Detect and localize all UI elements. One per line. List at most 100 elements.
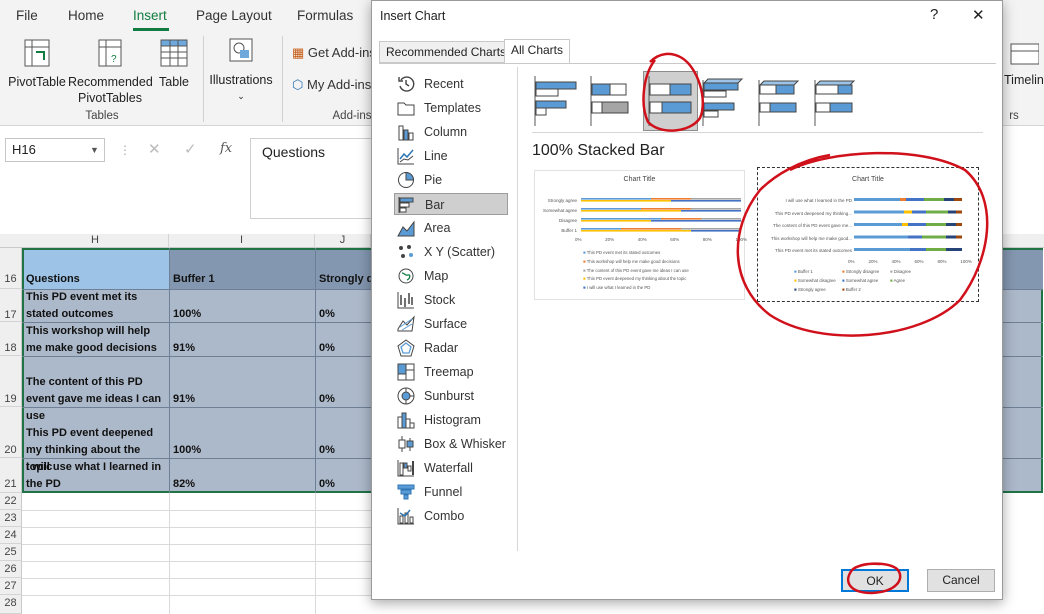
- ok-button[interactable]: OK: [841, 569, 909, 592]
- chart-type-combo[interactable]: Combo: [394, 505, 508, 527]
- chart-type-recent[interactable]: Recent: [394, 73, 508, 95]
- cell-buffer[interactable]: 100%: [171, 442, 203, 459]
- my-addins-button[interactable]: ⬡ My Add-ins: [292, 77, 371, 93]
- histogram-icon: [397, 412, 415, 429]
- column-header-j[interactable]: J: [315, 234, 371, 248]
- clustered-bar-thumbnail[interactable]: [534, 75, 580, 127]
- row-header[interactable]: 20: [0, 407, 22, 458]
- tab-insert[interactable]: Insert: [133, 8, 167, 23]
- chart-type-radar[interactable]: Radar: [394, 337, 508, 359]
- tick-label: 40%: [637, 237, 647, 242]
- category-label: This PD event met its stated outcomes: [774, 248, 852, 253]
- row-header[interactable]: 19: [0, 356, 22, 407]
- cell-strongly[interactable]: 0%: [317, 306, 337, 323]
- tab-page-layout[interactable]: Page Layout: [196, 8, 272, 23]
- preview-legend: ■ This PD event met its stated outcomes …: [583, 249, 689, 293]
- pivottables-label: PivotTables: [78, 91, 142, 105]
- tab-recommended-charts[interactable]: Recommended Charts: [379, 41, 514, 63]
- chart-type-bar[interactable]: Bar: [394, 193, 508, 215]
- chart-type-box-whisker[interactable]: Box & Whisker: [394, 433, 508, 455]
- row-header[interactable]: 25: [0, 544, 22, 561]
- close-button[interactable]: ✕: [972, 6, 985, 24]
- cell-buffer[interactable]: 82%: [171, 476, 197, 493]
- illustrations-button[interactable]: Illustrations ⌄: [208, 36, 274, 104]
- row-header[interactable]: 17: [0, 289, 22, 322]
- globe-icon: [398, 268, 414, 284]
- timeline-button[interactable]: Timeline: [1004, 42, 1044, 88]
- 3d-clustered-bar-thumbnail[interactable]: [702, 75, 748, 127]
- help-button[interactable]: ?: [930, 6, 938, 23]
- chart-type-templates[interactable]: Templates: [394, 97, 508, 119]
- 100-stacked-bar-thumbnail[interactable]: [648, 75, 694, 127]
- chart-preview-2[interactable]: Chart Title I will use what I learned in…: [757, 167, 979, 302]
- chart-type-surface[interactable]: Surface: [394, 313, 508, 335]
- cell-question[interactable]: The content of this PD event gave me ide…: [24, 374, 169, 425]
- legend-label: This workshop will help me make good dec…: [586, 258, 680, 264]
- row-header[interactable]: 22: [0, 493, 22, 510]
- chart-type-pie[interactable]: Pie: [394, 169, 508, 191]
- row-header[interactable]: 16: [0, 248, 22, 289]
- preview-legend: ■ Buffer 1 ■ Strongly disagree ■ Disagre…: [794, 267, 934, 294]
- cell-strongly[interactable]: 0%: [317, 340, 337, 357]
- bar-chart-icon: [398, 197, 414, 213]
- chevron-down-icon[interactable]: ▼: [90, 145, 99, 155]
- legend-entry: ■ Disagree: [890, 269, 912, 274]
- chart-type-treemap[interactable]: Treemap: [394, 361, 508, 383]
- 3d-100-stacked-bar-thumbnail[interactable]: [814, 75, 860, 127]
- get-addins-button[interactable]: ▦ Get Add-ins: [292, 45, 376, 61]
- cell-strongly[interactable]: 0%: [317, 442, 337, 459]
- recommended-pivottables-button[interactable]: ? Recommended PivotTables: [68, 38, 153, 106]
- get-addins-label: Get Add-ins: [307, 45, 376, 60]
- cell-header-strongly[interactable]: Strongly di: [317, 271, 371, 288]
- tab-formulas[interactable]: Formulas: [297, 8, 353, 23]
- row-header[interactable]: 24: [0, 527, 22, 544]
- cell-question[interactable]: This PD event met its stated outcomes: [24, 289, 169, 323]
- cell-strongly[interactable]: 0%: [317, 391, 337, 408]
- formula-input[interactable]: Questions: [250, 138, 380, 219]
- addins-icon: ⬡: [292, 77, 304, 92]
- cell-buffer[interactable]: 100%: [171, 306, 203, 323]
- row-header[interactable]: 27: [0, 578, 22, 595]
- chart-type-area[interactable]: Area: [394, 217, 508, 239]
- row-header[interactable]: 28: [0, 595, 22, 614]
- legend-label: This PD event met its stated outcomes: [586, 250, 661, 255]
- row-header[interactable]: 26: [0, 561, 22, 578]
- cell-question[interactable]: This workshop will help me make good dec…: [24, 323, 169, 357]
- chart-type-line[interactable]: Line: [394, 145, 508, 167]
- enter-icon[interactable]: ✓: [184, 140, 197, 158]
- stacked-bar-thumbnail[interactable]: [590, 75, 636, 127]
- chart-type-histogram[interactable]: Histogram: [394, 409, 508, 431]
- cell-buffer[interactable]: 91%: [171, 340, 197, 357]
- column-header-h[interactable]: H: [22, 234, 169, 248]
- cell-strongly[interactable]: 0%: [317, 476, 337, 493]
- insert-function-icon[interactable]: fx: [220, 141, 232, 156]
- chart-type-column[interactable]: Column: [394, 121, 508, 143]
- 3d-stacked-bar-thumbnail[interactable]: [758, 75, 804, 127]
- chart-type-sunburst[interactable]: Sunburst: [394, 385, 508, 407]
- cancel-button[interactable]: Cancel: [927, 569, 995, 592]
- tab-all-charts[interactable]: All Charts: [504, 39, 571, 64]
- table-button[interactable]: Table: [154, 38, 194, 90]
- chart-type-map[interactable]: Map: [394, 265, 508, 287]
- column-header-i[interactable]: I: [169, 234, 315, 248]
- cell-buffer[interactable]: 91%: [171, 391, 197, 408]
- chart-type-scatter[interactable]: X Y (Scatter): [394, 241, 508, 263]
- chart-type-waterfall[interactable]: Waterfall: [394, 457, 508, 479]
- chart-type-label: Column: [424, 125, 468, 139]
- row-header[interactable]: 18: [0, 322, 22, 356]
- chart-type-label: Histogram: [424, 413, 481, 427]
- bar-row: [854, 235, 962, 239]
- chart-type-funnel[interactable]: Funnel: [394, 481, 508, 503]
- tab-home[interactable]: Home: [68, 8, 104, 23]
- cell-header-questions[interactable]: Questions: [24, 271, 82, 288]
- cell-question[interactable]: I will use what I learned in the PD: [24, 459, 169, 493]
- row-header[interactable]: 21: [0, 458, 22, 493]
- pivottable-button[interactable]: PivotTable: [6, 38, 68, 90]
- chart-type-stock[interactable]: Stock: [394, 289, 508, 311]
- cell-header-buffer1[interactable]: Buffer 1: [171, 271, 217, 288]
- chart-preview-1[interactable]: Chart Title Strongly agree Somewhat agre…: [534, 170, 747, 300]
- cancel-icon[interactable]: ✕: [148, 140, 161, 158]
- tick-label: 0%: [848, 259, 855, 264]
- row-header[interactable]: 23: [0, 510, 22, 527]
- tab-file[interactable]: File: [16, 8, 38, 23]
